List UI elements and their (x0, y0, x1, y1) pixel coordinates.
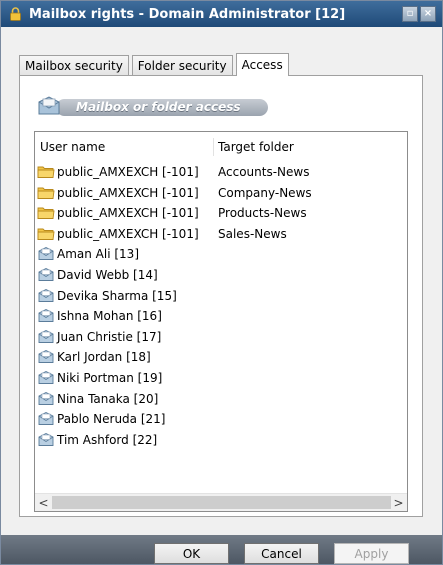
target-folder-cell: Sales-News (218, 226, 287, 241)
list-item[interactable]: public_AMXEXCH [-101] Company-News (35, 183, 407, 204)
folder-icon (37, 164, 55, 179)
section-title: Mailbox or folder access (76, 100, 241, 114)
list-item[interactable]: Pablo Neruda [21] (35, 409, 407, 430)
apply-button[interactable]: Apply (334, 543, 409, 564)
tab-strip: Mailbox security Folder security Access (19, 53, 292, 76)
horizontal-scrollbar[interactable]: < > (35, 493, 407, 511)
folder-icon (37, 226, 55, 241)
list-item[interactable]: Niki Portman [19] (35, 368, 407, 389)
scroll-thumb[interactable] (52, 496, 391, 509)
tab-access[interactable]: Access (235, 53, 289, 76)
scroll-right-icon[interactable]: > (390, 494, 407, 511)
ok-button[interactable]: OK (154, 543, 229, 564)
button-bar: OK Cancel Apply (1, 535, 442, 564)
user-name-cell: Juan Christie [17] (57, 329, 162, 344)
user-name-cell: Nina Tanaka [20] (57, 391, 159, 406)
tab-mailbox-security[interactable]: Mailbox security (19, 55, 129, 75)
user-name-cell: Niki Portman [19] (57, 370, 163, 385)
user-name-cell: public_AMXEXCH [-101] (57, 165, 199, 179)
mailbox-icon (37, 308, 55, 323)
mailbox-icon (37, 391, 55, 406)
user-name-cell: public_AMXEXCH [-101] (57, 185, 199, 200)
mailbox-icon (37, 288, 55, 303)
tab-folder-security[interactable]: Folder security (131, 55, 233, 75)
target-folder-cell: Accounts-News (218, 165, 310, 179)
user-name-cell: Aman Ali [13] (57, 247, 139, 262)
mailbox-icon (36, 94, 62, 118)
mailbox-rights-dialog: Mailbox rights - Domain Administrator [1… (0, 0, 443, 565)
list-item[interactable]: David Webb [14] (35, 265, 407, 286)
user-name-cell: Tim Ashford [22] (57, 432, 158, 447)
folder-icon (37, 205, 55, 220)
list-item[interactable]: Nina Tanaka [20] (35, 389, 407, 410)
list-header: User name Target folder (35, 132, 407, 156)
user-name-cell: public_AMXEXCH [-101] (57, 206, 199, 221)
mailbox-icon (37, 411, 55, 426)
list-item[interactable]: Ishna Mohan [16] (35, 306, 407, 327)
list-rows: public_AMXEXCH [-101] Accounts-News public… (35, 162, 407, 450)
mailbox-icon (37, 246, 55, 261)
column-divider[interactable] (213, 138, 214, 156)
folder-icon (37, 185, 55, 200)
user-name-cell: David Webb [14] (57, 267, 158, 282)
user-name-cell: public_AMXEXCH [-101] (57, 226, 199, 241)
window-title: Mailbox rights - Domain Administrator [1… (29, 6, 346, 22)
mailbox-icon (37, 432, 55, 447)
section-header: Mailbox or folder access (36, 94, 269, 118)
mailbox-icon (37, 370, 55, 385)
list-item[interactable]: Tim Ashford [22] (35, 430, 407, 451)
list-item[interactable]: Karl Jordan [18] (35, 347, 407, 368)
list-item[interactable]: public_AMXEXCH [-101] Accounts-News (35, 162, 407, 183)
mailbox-icon (37, 267, 55, 282)
access-list[interactable]: User name Target folder public_AMXEXCH [… (34, 131, 408, 512)
list-item[interactable]: public_AMXEXCH [-101] Sales-News (35, 224, 407, 245)
mailbox-icon (37, 349, 55, 364)
list-item[interactable]: Aman Ali [13] (35, 244, 407, 265)
access-panel: Mailbox or folder access User name Targe… (19, 75, 423, 517)
list-item[interactable]: Juan Christie [17] (35, 327, 407, 348)
window-controls: ▫ × (402, 6, 436, 22)
user-name-cell: Pablo Neruda [21] (57, 412, 166, 427)
target-folder-cell: Company-News (218, 185, 312, 200)
user-name-cell: Karl Jordan [18] (57, 350, 151, 365)
scroll-left-icon[interactable]: < (35, 494, 52, 511)
mailbox-icon (37, 329, 55, 344)
user-name-cell: Devika Sharma [15] (57, 288, 177, 303)
target-folder-cell: Products-News (218, 206, 307, 221)
list-item[interactable]: Devika Sharma [15] (35, 286, 407, 307)
close-icon[interactable]: × (420, 6, 436, 22)
column-header-user-name[interactable]: User name (40, 140, 105, 154)
lock-icon (10, 7, 21, 21)
title-bar[interactable]: Mailbox rights - Domain Administrator [1… (1, 1, 442, 27)
column-header-target-folder[interactable]: Target folder (218, 140, 294, 154)
user-name-cell: Ishna Mohan [16] (57, 309, 162, 324)
restore-icon[interactable]: ▫ (402, 6, 418, 22)
cancel-button[interactable]: Cancel (244, 543, 319, 564)
list-item[interactable]: public_AMXEXCH [-101] Products-News (35, 203, 407, 224)
